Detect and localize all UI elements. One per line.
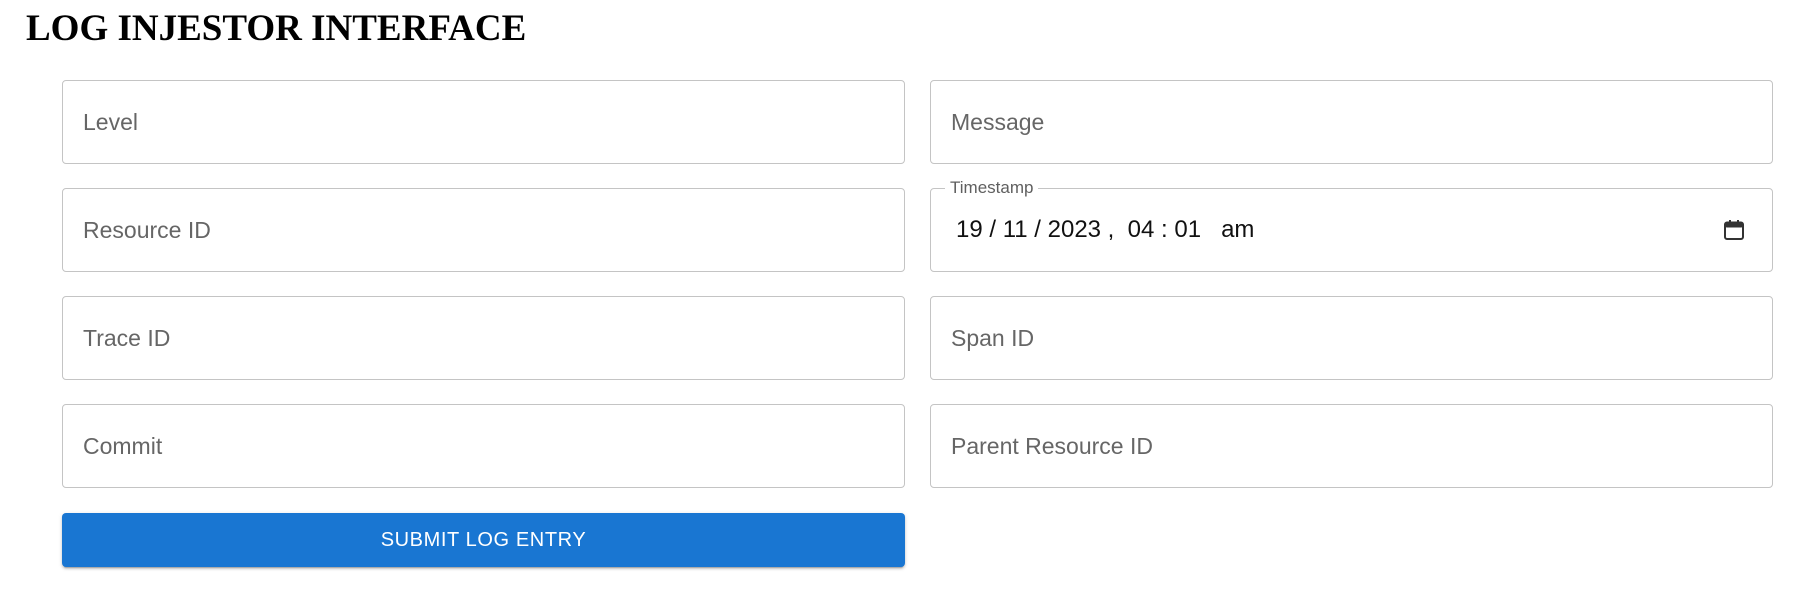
parent-resource-id-field [930, 404, 1773, 488]
message-field [930, 80, 1773, 164]
timestamp-field[interactable]: Timestamp 19 / 11 / 2023 , 04 : 01 am [930, 178, 1773, 272]
span-id-field [930, 296, 1773, 380]
page-title: LOG INJESTOR INTERFACE [26, 8, 527, 49]
trace-id-field [62, 296, 905, 380]
commit-input[interactable] [63, 405, 904, 487]
timestamp-input[interactable]: 19 / 11 / 2023 , 04 : 01 am [956, 189, 1254, 271]
level-input[interactable] [63, 81, 904, 163]
level-field [62, 80, 905, 164]
commit-field [62, 404, 905, 488]
span-id-input[interactable] [931, 297, 1772, 379]
resource-id-field [62, 188, 905, 272]
calendar-icon[interactable] [1722, 218, 1746, 242]
message-input[interactable] [931, 81, 1772, 163]
submit-log-entry-button[interactable]: SUBMIT LOG ENTRY [62, 513, 905, 567]
trace-id-input[interactable] [63, 297, 904, 379]
resource-id-input[interactable] [63, 189, 904, 271]
parent-resource-id-input[interactable] [931, 405, 1772, 487]
